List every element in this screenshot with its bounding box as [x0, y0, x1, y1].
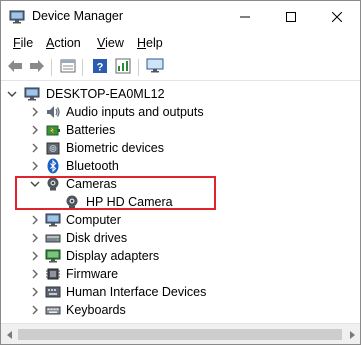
tree-item-label: Human Interface Devices: [66, 285, 207, 299]
menu-view[interactable]: View: [97, 36, 124, 50]
chevron-right-icon[interactable]: [30, 160, 40, 172]
tree-root-label: DESKTOP-EA0ML12: [46, 87, 165, 101]
chevron-right-icon[interactable]: [30, 304, 40, 316]
scrollbar-thumb[interactable]: [18, 329, 342, 340]
toolbar: ?: [1, 55, 360, 81]
keyboard-icon: [45, 302, 61, 318]
update-driver-button[interactable]: [113, 58, 133, 77]
chevron-left-icon: [6, 328, 14, 342]
device-manager-app-icon: [9, 9, 25, 28]
chevron-right-icon[interactable]: [30, 214, 40, 226]
properties-icon: [60, 59, 76, 76]
disk-drive-icon: [45, 230, 61, 246]
tree-item-label: Batteries: [66, 123, 116, 137]
speaker-icon: [45, 104, 61, 120]
tree-item-display-adapters[interactable]: Display adapters: [1, 247, 360, 265]
chevron-right-icon[interactable]: [30, 106, 40, 118]
chevron-right-icon[interactable]: [30, 232, 40, 244]
computer-icon: [24, 86, 40, 102]
firmware-icon: [45, 266, 61, 282]
title-bar[interactable]: Device Manager: [1, 1, 360, 32]
window-title: Device Manager: [32, 9, 124, 23]
tree-item-label: Firmware: [66, 267, 119, 281]
tree-item-label: Audio inputs and outputs: [66, 105, 204, 119]
horizontal-scrollbar[interactable]: [1, 323, 360, 344]
chevron-right-icon[interactable]: [30, 286, 40, 298]
scroll-left-button[interactable]: [2, 327, 17, 342]
maximize-button[interactable]: [268, 1, 314, 32]
forward-button[interactable]: [27, 58, 47, 77]
device-manager-window: Device Manager File Action View Help ? D…: [0, 0, 361, 345]
menu-help[interactable]: Help: [137, 36, 163, 50]
tree-item-batteries[interactable]: Batteries: [1, 121, 360, 139]
minimize-button[interactable]: [222, 1, 268, 32]
tree-item-keyboards[interactable]: Keyboards: [1, 301, 360, 319]
chevron-right-icon: [348, 328, 356, 342]
monitor-icon: [146, 58, 164, 77]
tree-item-audio[interactable]: Audio inputs and outputs: [1, 103, 360, 121]
hid-icon: [45, 284, 61, 300]
help-button[interactable]: ?: [90, 58, 110, 77]
chevron-right-icon[interactable]: [30, 124, 40, 136]
back-arrow-icon: [7, 59, 23, 76]
update-driver-icon: [115, 58, 131, 77]
tree-item-bluetooth[interactable]: Bluetooth: [1, 157, 360, 175]
toolbar-separator: [51, 59, 52, 76]
help-icon: ?: [92, 58, 108, 77]
tree-root[interactable]: DESKTOP-EA0ML12: [1, 85, 360, 103]
forward-arrow-icon: [29, 59, 45, 76]
properties-button[interactable]: [58, 58, 78, 77]
menu-action[interactable]: Action: [46, 36, 81, 50]
toolbar-separator: [82, 59, 83, 76]
menu-file[interactable]: File: [13, 36, 33, 50]
tree-item-label: Bluetooth: [66, 159, 119, 173]
tree-item-biometric[interactable]: Biometric devices: [1, 139, 360, 157]
menu-bar: File Action View Help: [1, 33, 360, 54]
computer-icon: [45, 212, 61, 228]
close-button[interactable]: [314, 1, 360, 32]
tree-item-label: Disk drives: [66, 231, 128, 245]
scroll-right-button[interactable]: [344, 327, 359, 342]
chevron-down-icon[interactable]: [7, 88, 17, 100]
tree-item-hid[interactable]: Human Interface Devices: [1, 283, 360, 301]
svg-text:?: ?: [97, 62, 104, 74]
tree-item-disk-drives[interactable]: Disk drives: [1, 229, 360, 247]
display-adapter-icon: [45, 248, 61, 264]
tree-item-firmware[interactable]: Firmware: [1, 265, 360, 283]
battery-icon: [45, 122, 61, 138]
tree-item-label: Biometric devices: [66, 141, 164, 155]
toolbar-separator: [138, 59, 139, 76]
device-tree: DESKTOP-EA0ML12 Audio inputs and outputs…: [1, 81, 360, 323]
tree-item-label: Keyboards: [66, 303, 126, 317]
cameras-highlight-box: [15, 176, 216, 210]
back-button[interactable]: [5, 58, 25, 77]
tree-item-label: Computer: [66, 213, 121, 227]
bluetooth-icon: [45, 158, 61, 174]
biometric-icon: [45, 140, 61, 156]
chevron-right-icon[interactable]: [30, 268, 40, 280]
chevron-right-icon[interactable]: [30, 142, 40, 154]
chevron-right-icon[interactable]: [30, 250, 40, 262]
scan-hardware-button[interactable]: [145, 58, 165, 77]
tree-item-label: Display adapters: [66, 249, 160, 263]
tree-item-computer[interactable]: Computer: [1, 211, 360, 229]
